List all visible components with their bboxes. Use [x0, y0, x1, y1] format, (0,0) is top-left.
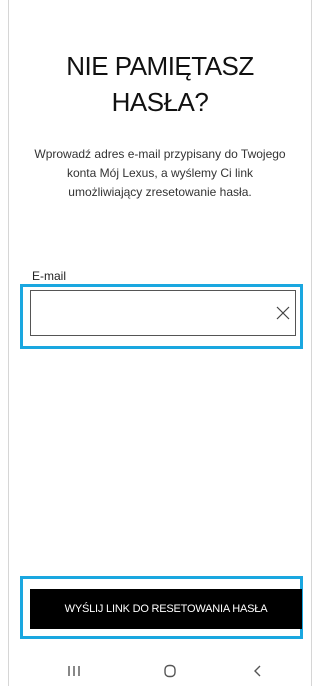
system-navigation-bar — [0, 651, 320, 686]
page-description: Wprowadź adres e-mail przypisany do Twoj… — [34, 147, 286, 199]
email-field[interactable] — [30, 290, 296, 336]
page-title-line1: NIE PAMIĘTASZ — [66, 51, 254, 81]
screen: NIE PAMIĘTASZ HASŁA? Wprowadź adres e-ma… — [0, 0, 320, 686]
recents-icon[interactable] — [64, 663, 84, 679]
send-reset-link-button[interactable]: WYŚLIJ LINK DO RESETOWANIA HASŁA — [30, 589, 302, 629]
email-label: E-mail — [32, 269, 67, 283]
page-title-line2: HASŁA? — [111, 87, 209, 117]
back-icon[interactable] — [248, 663, 268, 679]
close-icon[interactable] — [274, 304, 292, 322]
page-title: NIE PAMIĘTASZ HASŁA? — [0, 48, 320, 120]
home-icon[interactable] — [160, 663, 180, 679]
